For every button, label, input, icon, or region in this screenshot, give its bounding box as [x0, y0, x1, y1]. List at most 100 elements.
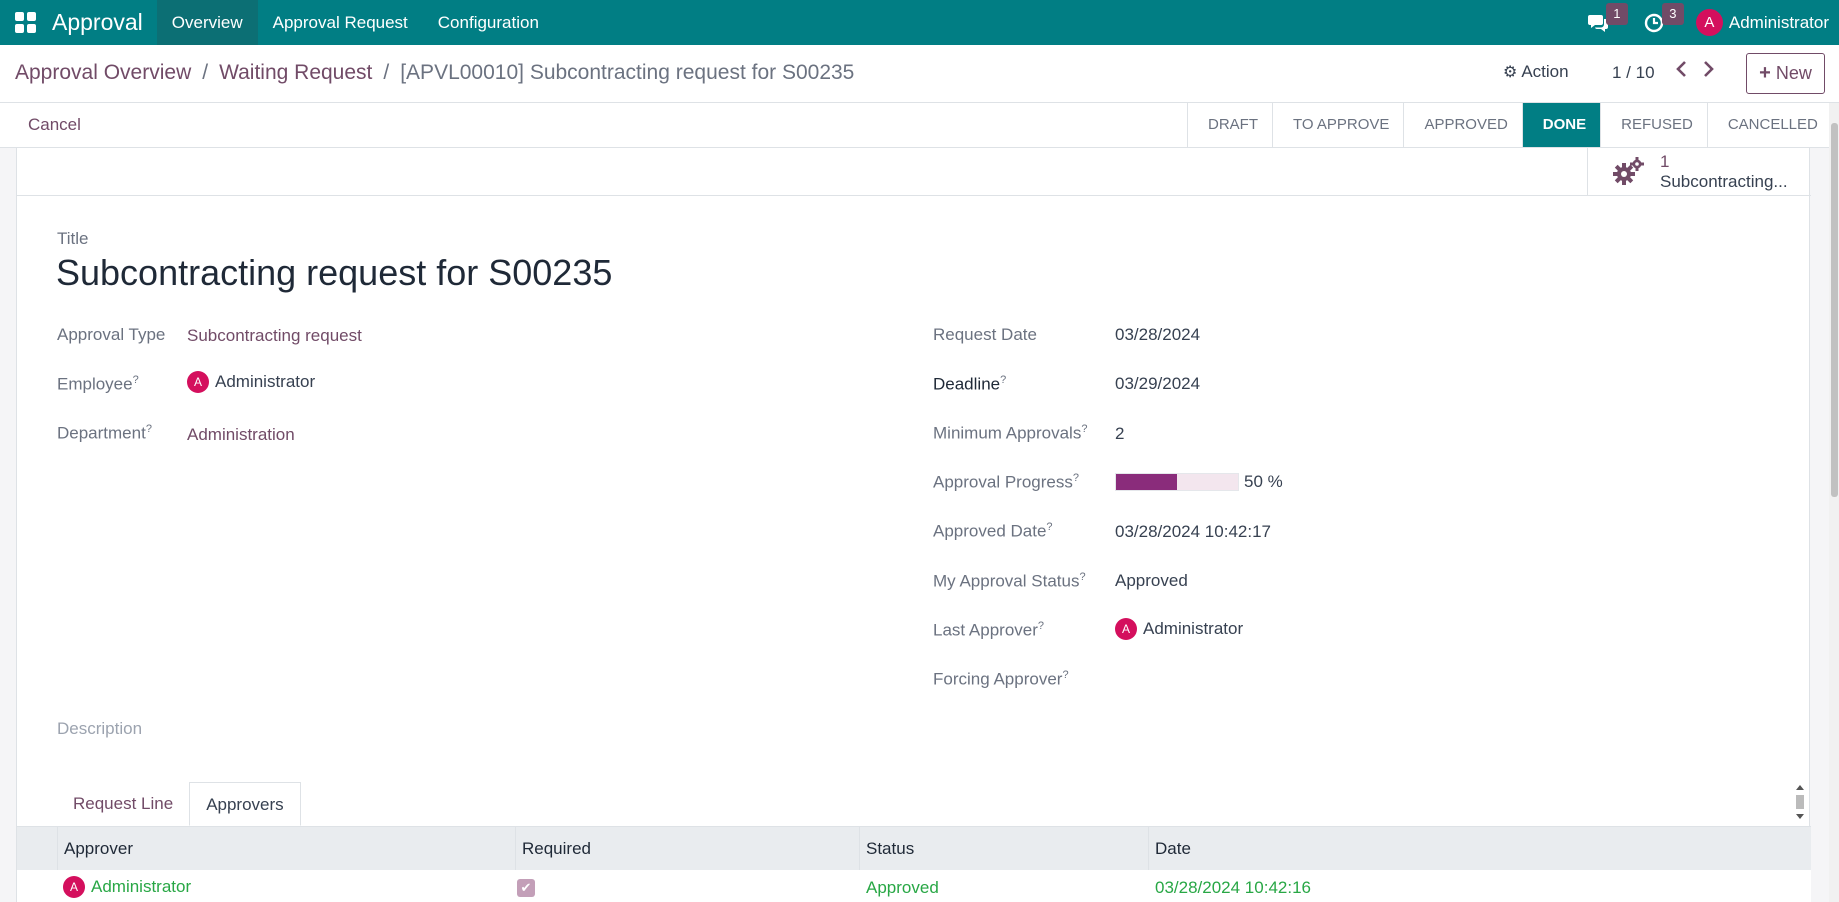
employee-avatar: A: [187, 371, 209, 393]
user-avatar[interactable]: A: [1695, 9, 1723, 36]
approval-progress-bar: [1115, 473, 1239, 491]
stage-pipeline: DRAFT TO APPROVE APPROVED DONE REFUSED C…: [1187, 103, 1832, 147]
app-brand[interactable]: Approval: [52, 9, 143, 36]
action-label: Action: [1521, 62, 1569, 81]
breadcrumb-current: [APVL00010] Subcontracting request for S…: [400, 61, 855, 84]
last-approver-avatar: A: [1115, 618, 1137, 640]
table-row[interactable]: A Administrator ✔ Approved 03/28/2024 10…: [17, 870, 1811, 902]
column-date[interactable]: Date: [1155, 839, 1191, 859]
approval-progress-field: 50 %: [1115, 472, 1283, 492]
stage-approved[interactable]: APPROVED: [1403, 103, 1521, 147]
activities-button[interactable]: 3: [1640, 2, 1684, 37]
activities-badge: 3: [1661, 2, 1684, 25]
breadcrumb-separator: /: [202, 61, 209, 84]
last-approver-name: Administrator: [1143, 619, 1244, 638]
request-date-field[interactable]: 03/28/2024: [1115, 325, 1200, 345]
approved-date-label: Approved Date?: [933, 521, 1053, 541]
date-cell: 03/28/2024 10:42:16: [1155, 878, 1311, 897]
apps-menu-icon[interactable]: [14, 11, 38, 35]
approval-type-label: Approval Type: [57, 325, 166, 344]
new-label: New: [1775, 63, 1812, 83]
notebook-tabs: Request Line Approvers: [57, 782, 301, 826]
messages-badge: 1: [1605, 2, 1628, 25]
my-approval-status-field: Approved: [1115, 571, 1188, 590]
stage-to-approve[interactable]: TO APPROVE: [1272, 103, 1403, 147]
last-approver-label: Last Approver?: [933, 620, 1045, 640]
status-cell: Approved: [866, 878, 939, 897]
approval-progress-text: 50 %: [1244, 472, 1283, 491]
stage-cancelled[interactable]: CANCELLED: [1706, 103, 1832, 147]
new-button[interactable]: + New: [1746, 53, 1825, 94]
department-label: Department?: [57, 423, 152, 443]
forcing-approver-label: Forcing Approver?: [933, 669, 1069, 689]
chevron-right-icon: [1704, 61, 1714, 77]
inner-scrollbar[interactable]: [1793, 782, 1807, 822]
button-box: 1 Subcontracting...: [17, 148, 1811, 196]
form-sheet: 1 Subcontracting... Title Subcontracting…: [16, 148, 1811, 902]
approval-progress-label: Approval Progress?: [933, 472, 1079, 492]
deadline-label: Deadline?: [933, 374, 1007, 394]
my-approval-status-label: My Approval Status?: [933, 571, 1086, 591]
approver-name: Administrator: [91, 877, 192, 896]
tab-request-line[interactable]: Request Line: [57, 782, 189, 826]
required-cell: ✔: [517, 879, 535, 897]
column-status[interactable]: Status: [866, 839, 914, 859]
cancel-button[interactable]: Cancel: [28, 115, 81, 135]
title-field[interactable]: Subcontracting request for S00235: [56, 252, 612, 294]
gear-icon: ⚙: [1503, 64, 1518, 81]
smart-button-count: 1: [1660, 152, 1670, 171]
breadcrumb-approval-overview[interactable]: Approval Overview: [15, 61, 191, 85]
description-field[interactable]: Description: [57, 719, 142, 739]
subcontracting-smart-button[interactable]: 1 Subcontracting...: [1587, 148, 1811, 196]
pager-next-button[interactable]: [1699, 60, 1719, 82]
column-required[interactable]: Required: [522, 839, 591, 859]
progress-fill: [1116, 474, 1177, 490]
page-scrollbar[interactable]: [1829, 103, 1839, 902]
column-divider: [57, 827, 58, 871]
stage-refused[interactable]: REFUSED: [1600, 103, 1707, 147]
scrollbar-thumb[interactable]: [1831, 123, 1838, 497]
control-panel: Approval Overview / Waiting Request / [A…: [0, 45, 1839, 103]
clock-icon: [1644, 13, 1664, 32]
column-divider: [515, 827, 516, 871]
menu-approval-request[interactable]: Approval Request: [258, 0, 423, 45]
title-label: Title: [57, 229, 89, 248]
request-date-label: Request Date: [933, 325, 1037, 344]
tab-approvers[interactable]: Approvers: [189, 782, 301, 826]
user-menu[interactable]: Administrator: [1729, 13, 1829, 33]
smart-button-label: Subcontracting...: [1660, 172, 1788, 191]
top-navbar: Approval Overview Approval Request Confi…: [0, 0, 1839, 45]
gears-icon: [1612, 155, 1646, 189]
chevron-left-icon: [1676, 61, 1686, 77]
pager-value[interactable]: 1 / 10: [1612, 63, 1655, 83]
column-divider: [1148, 827, 1149, 871]
pager-previous-button[interactable]: [1671, 60, 1691, 82]
plus-icon: +: [1759, 62, 1771, 84]
action-button[interactable]: ⚙ Action: [1503, 62, 1569, 82]
approvers-table-header: Approver Required Status Date: [17, 826, 1811, 871]
department-field[interactable]: Administration: [187, 425, 295, 445]
stage-done[interactable]: DONE: [1521, 103, 1601, 147]
approver-avatar: A: [63, 876, 85, 898]
approval-type-field[interactable]: Subcontracting request: [187, 326, 362, 346]
breadcrumb-waiting-request[interactable]: Waiting Request: [219, 61, 372, 85]
approver-cell: A Administrator: [63, 876, 191, 898]
menu-configuration[interactable]: Configuration: [423, 0, 554, 45]
stage-draft[interactable]: DRAFT: [1187, 103, 1272, 147]
column-approver[interactable]: Approver: [64, 839, 133, 859]
deadline-field[interactable]: 03/29/2024: [1115, 374, 1200, 394]
breadcrumb: Approval Overview / Waiting Request / [A…: [15, 61, 854, 85]
required-checkbox[interactable]: ✔: [517, 879, 535, 897]
messages-button[interactable]: 1: [1584, 2, 1628, 37]
last-approver-field[interactable]: A Administrator: [1115, 618, 1243, 640]
employee-name: Administrator: [215, 372, 316, 391]
status-bar: Cancel DRAFT TO APPROVE APPROVED DONE RE…: [0, 103, 1839, 148]
breadcrumb-separator: /: [383, 61, 390, 84]
employee-label: Employee?: [57, 374, 139, 394]
minimum-approvals-field[interactable]: 2: [1115, 424, 1124, 444]
column-divider: [859, 827, 860, 871]
forcing-approver-field[interactable]: [1115, 669, 1415, 691]
employee-field[interactable]: A Administrator: [187, 371, 315, 393]
approved-date-field: 03/28/2024 10:42:17: [1115, 522, 1271, 541]
menu-overview[interactable]: Overview: [156, 0, 258, 45]
